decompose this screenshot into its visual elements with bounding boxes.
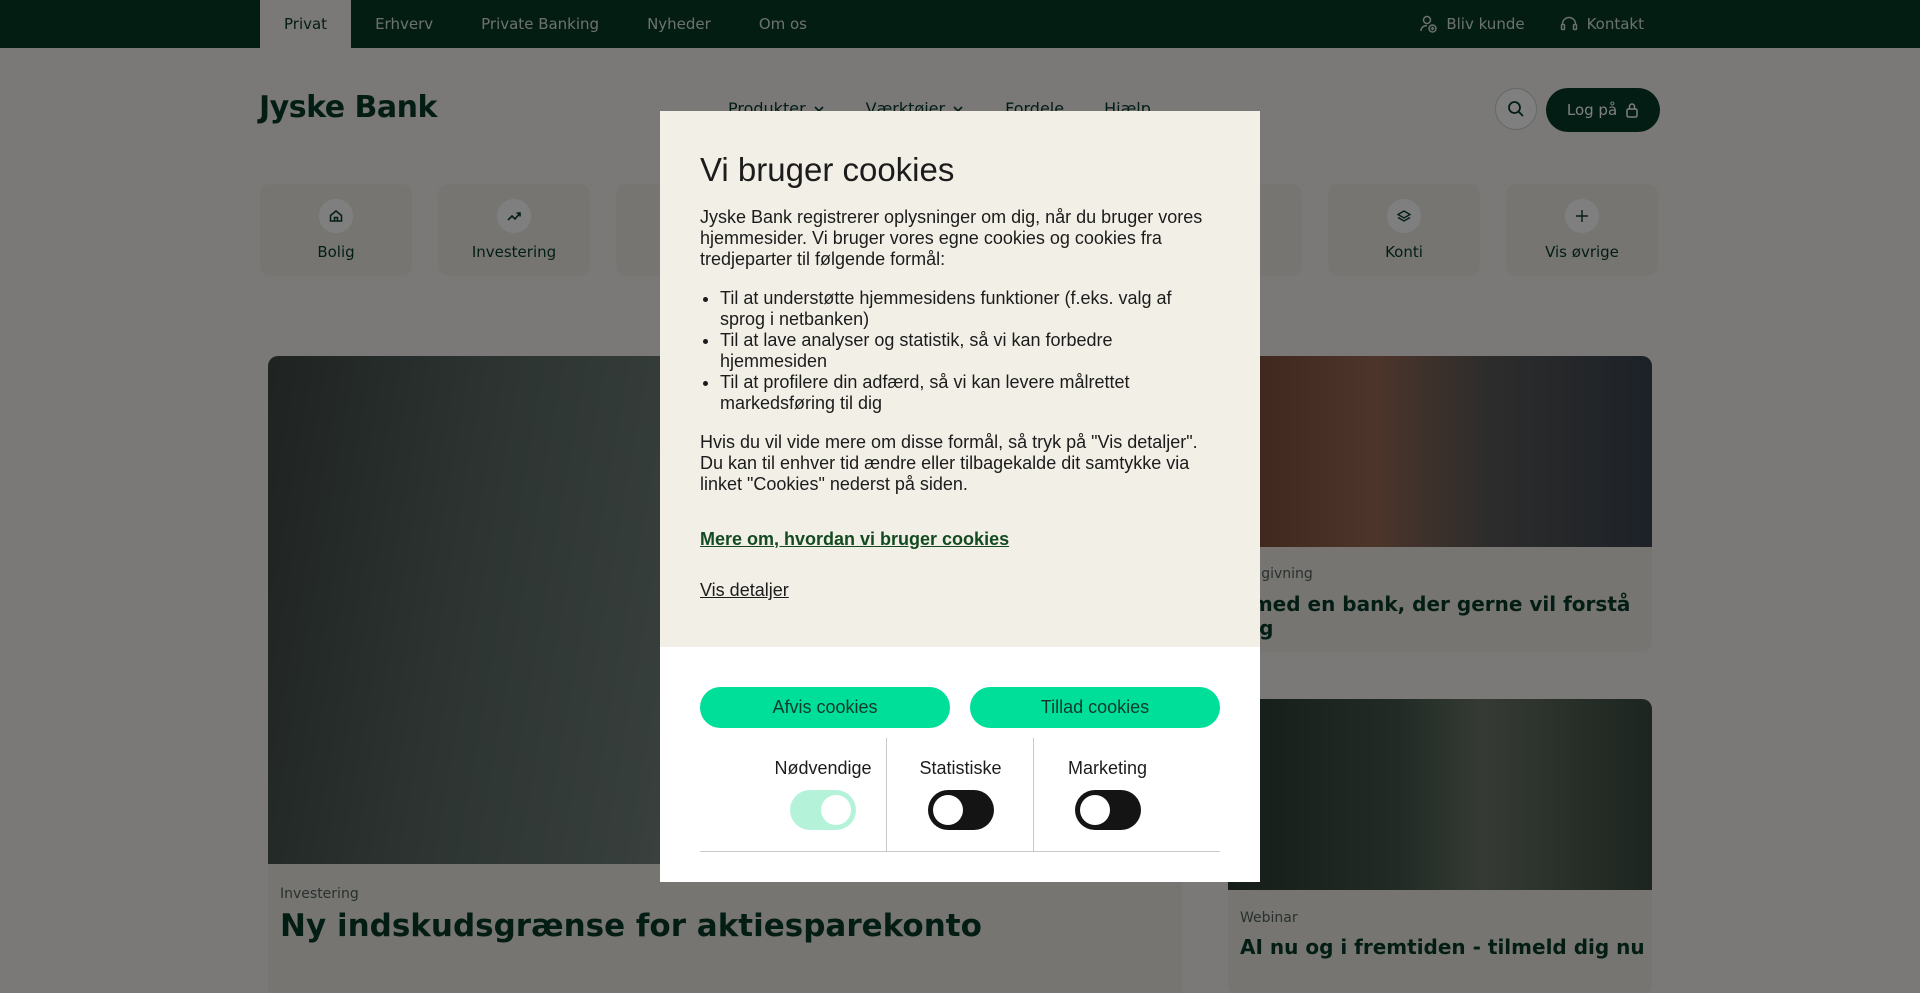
cookie-purpose: Til at lave analyser og statistik, så vi… — [720, 330, 1220, 372]
cookie-toggles: Nødvendige Statistiske Marketing — [700, 738, 1220, 852]
cookie-info: Vi bruger cookies Jyske Bank registrerer… — [660, 111, 1260, 647]
cookie-purposes: Til at understøtte hjemmesidens funktion… — [720, 288, 1220, 414]
allow-cookies-button[interactable]: Tillad cookies — [970, 687, 1220, 728]
toggle-marketing: Marketing — [1034, 738, 1181, 852]
switch-knob — [1079, 795, 1110, 825]
cookie-title: Vi bruger cookies — [700, 151, 955, 188]
toggle-necessary-label: Nødvendige — [774, 758, 872, 778]
cookie-buttons: Afvis cookies Tillad cookies — [700, 687, 1220, 728]
toggle-necessary-switch[interactable] — [790, 790, 856, 830]
cookie-intro: Jyske Bank registrerer oplysninger om di… — [700, 207, 1203, 269]
cookie-more-info: Hvis du vil vide mere om disse formål, s… — [700, 432, 1198, 494]
show-details-link[interactable]: Vis detaljer — [700, 580, 1220, 601]
cookie-purpose: Til at understøtte hjemmesidens funktion… — [720, 288, 1220, 330]
toggle-necessary: Nødvendige — [760, 738, 886, 852]
cookie-dialog: Vi bruger cookies Jyske Bank registrerer… — [660, 111, 1260, 882]
toggle-marketing-switch[interactable] — [1074, 790, 1141, 830]
toggle-statistics-switch[interactable] — [927, 790, 994, 830]
switch-knob — [932, 795, 963, 825]
toggle-statistics: Statistiske — [887, 738, 1034, 852]
cookie-policy-link[interactable]: Mere om, hvordan vi bruger cookies — [700, 529, 1220, 550]
toggle-statistics-label: Statistiske — [919, 758, 1002, 778]
reject-cookies-button[interactable]: Afvis cookies — [700, 687, 950, 728]
toggle-marketing-label: Marketing — [1067, 758, 1148, 778]
switch-knob — [821, 795, 851, 825]
cookie-purpose: Til at profilere din adfærd, så vi kan l… — [720, 372, 1220, 414]
